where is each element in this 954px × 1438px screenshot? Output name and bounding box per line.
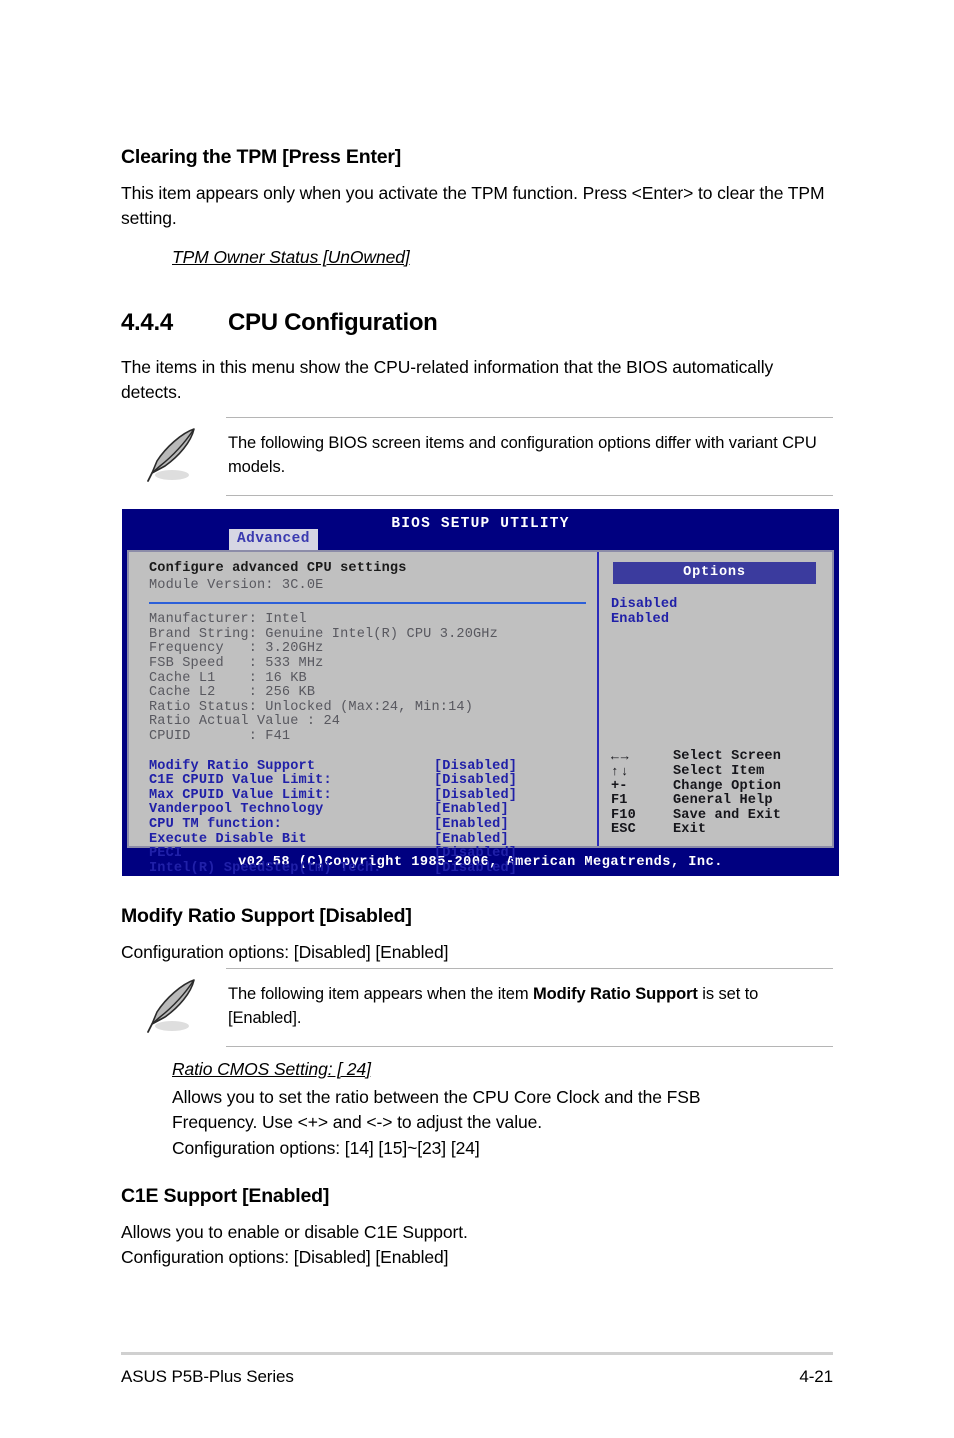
ratio-cmos-paragraph: Allows you to set the ratio between the … (172, 1087, 701, 1132)
bios-setting-label: Execute Disable Bit (149, 831, 307, 847)
bios-title-bar: BIOS SETUP UTILITY Advanced (123, 510, 838, 550)
bios-key-description: Change Option (673, 778, 781, 794)
footer-page-number: 4-21 (799, 1367, 833, 1386)
bios-key-row: ESC Exit (611, 823, 781, 838)
bios-setting-row[interactable]: PECI [Disabled] (149, 846, 597, 862)
note-body: The following item appears when the item… (226, 968, 833, 1047)
note-text: The following item appears when the item… (226, 982, 833, 1030)
note-text-emphasis: Modify Ratio Support (532, 985, 698, 1003)
bios-info-line: Brand String: Genuine Intel(R) CPU 3.20G… (149, 626, 498, 642)
bios-info-line: Ratio Actual Value : 24 (149, 714, 341, 730)
bios-setting-row[interactable]: Execute Disable Bit [Enabled] (149, 831, 597, 848)
arrow-keys-icon: ←→ (611, 749, 631, 765)
arrow-keys-icon: ↑↓ (611, 764, 631, 780)
bios-setup-screenshot: BIOS SETUP UTILITY Advanced Configure ad… (122, 509, 839, 876)
bios-key-description: Select Item (673, 764, 765, 780)
bios-key-description: Select Screen (673, 749, 781, 765)
tpm-owner-status-subheading: TPM Owner Status [UnOwned] (172, 247, 410, 267)
bios-options-list: Disabled Enabled (611, 597, 832, 628)
tpm-paragraph: This item appears only when you activate… (121, 183, 825, 228)
bios-key-row: +- Change Option (611, 778, 781, 795)
bios-setting-value: [Disabled] (434, 787, 518, 803)
section-title: CPU Configuration (228, 309, 438, 336)
bios-info-line: Frequency : 3.20GHz (149, 641, 324, 657)
bios-key-description: Exit (673, 822, 707, 838)
bios-right-pane: Options Disabled Enabled ←→ Select Screen ↑… (599, 552, 832, 846)
bios-setting-label: Max CPUID Value Limit: (149, 787, 332, 803)
bios-setting-value: [Disabled] (434, 860, 518, 876)
bios-setting-row[interactable]: Intel(R) SpeedStep(tm) Tech. [Disabled] (149, 860, 597, 877)
bios-cpu-info-list: Manufacturer: Intel Brand String: Genuine… (149, 613, 597, 744)
bios-key-symbol: ESC (611, 822, 636, 838)
bios-option-item[interactable]: Enabled (611, 612, 832, 628)
c1e-paragraph: Allows you to enable or disable C1E Supp… (121, 1222, 468, 1242)
bios-setting-row[interactable]: Max CPUID Value Limit: [Disabled] (149, 787, 597, 804)
footer-left-text: ASUS P5B-Plus Series (121, 1367, 294, 1386)
bios-key-symbol: +- (611, 778, 628, 794)
bios-divider-rule (149, 602, 586, 605)
bios-info-line: Manufacturer: Intel (149, 612, 307, 628)
bios-setting-value: [Enabled] (434, 816, 509, 832)
bios-setting-label: C1E CPUID Value Limit: (149, 773, 332, 789)
bios-setting-row[interactable]: CPU TM function: [Enabled] (149, 816, 597, 833)
section-heading: 4.4.4 CPU Configuration (121, 309, 821, 337)
modify-ratio-heading: Modify Ratio Support [Disabled] (121, 905, 412, 927)
bios-setting-value: [Disabled] (434, 758, 518, 774)
quill-pen-icon (121, 968, 226, 1034)
bios-key-legend: ←→ Select Screen ↑↓ Select Item +- Change Opt… (611, 750, 781, 838)
bios-setting-label: Modify Ratio Support (149, 758, 316, 774)
footer-rule (121, 1352, 833, 1355)
bios-module-version: Module Version: 3C.0E (149, 577, 324, 593)
tpm-heading: Clearing the TPM [Press Enter] (121, 146, 402, 168)
section-number: 4.4.4 (121, 309, 173, 336)
document-page: Clearing the TPM [Press Enter] This item… (0, 0, 954, 1438)
bios-setting-value: [Disabled] (434, 846, 518, 862)
modify-ratio-options: Configuration options: [Disabled] [Enabl… (121, 942, 449, 962)
bios-setting-value: [Enabled] (434, 802, 509, 818)
bios-info-line: CPUID : F41 (149, 728, 291, 744)
ratio-cmos-subheading: Ratio CMOS Setting: [ 24] (172, 1059, 371, 1079)
bios-setting-row[interactable]: C1E CPUID Value Limit: [Disabled] (149, 774, 597, 789)
bios-key-row: ↑↓ Select Item (611, 764, 781, 780)
bios-key-symbol: F10 (611, 807, 636, 823)
bios-left-heading: Configure advanced CPU settings (149, 561, 407, 576)
note-body: The following BIOS screen items and conf… (226, 417, 833, 496)
bios-setting-label: Vanderpool Technology (149, 802, 324, 818)
bios-setting-label: CPU TM function: (149, 816, 282, 832)
bios-key-symbol: F1 (611, 793, 628, 809)
bios-tab-advanced[interactable]: Advanced (229, 529, 318, 550)
bios-info-line: FSB Speed : 533 MHz (149, 655, 324, 671)
quill-pen-icon (121, 417, 226, 483)
bios-info-line: Cache L1 : 16 KB (149, 670, 307, 686)
bios-setting-row[interactable]: Vanderpool Technology [Enabled] (149, 803, 597, 818)
bios-option-item[interactable]: Disabled (611, 597, 832, 613)
note-text: The following BIOS screen items and conf… (228, 434, 817, 476)
bios-left-pane: Configure advanced CPU settings Module V… (129, 552, 599, 875)
bios-setting-value: [Enabled] (434, 831, 509, 847)
bios-info-line: Ratio Status: Unlocked (Max:24, Min:14) (149, 699, 473, 715)
bios-key-row: F10 Save and Exit (611, 807, 781, 824)
bios-content-area: Configure advanced CPU settings Module V… (127, 550, 834, 875)
bios-settings-list: Modify Ratio Support [Disabled] C1E CPUID … (149, 758, 597, 877)
section-paragraph: The items in this menu show the CPU-rela… (121, 357, 774, 402)
bios-options-header: Options (613, 562, 816, 584)
bios-info-line: Cache L2 : 256 KB (149, 685, 316, 701)
note-box-modify-ratio: The following item appears when the item… (121, 968, 833, 1047)
bios-setting-value: [Disabled] (434, 773, 518, 789)
bios-key-row: ←→ Select Screen (611, 750, 781, 765)
bios-key-description: Save and Exit (673, 807, 781, 823)
note-text-pre: The following item appears when the item (228, 985, 533, 1003)
bios-setting-label: Intel(R) SpeedStep(tm) Tech. (149, 860, 382, 876)
bios-key-row: F1 General Help (611, 794, 781, 809)
c1e-options: Configuration options: [Disabled] [Enabl… (121, 1247, 449, 1267)
bios-setting-row[interactable]: Modify Ratio Support [Disabled] (149, 758, 597, 775)
note-box-cpu-models: The following BIOS screen items and conf… (121, 417, 833, 496)
bios-key-description: General Help (673, 793, 773, 809)
ratio-cmos-options: Configuration options: [14] [15]~[23] [2… (172, 1138, 480, 1158)
c1e-heading: C1E Support [Enabled] (121, 1185, 330, 1207)
bios-setting-label: PECI (149, 846, 183, 862)
